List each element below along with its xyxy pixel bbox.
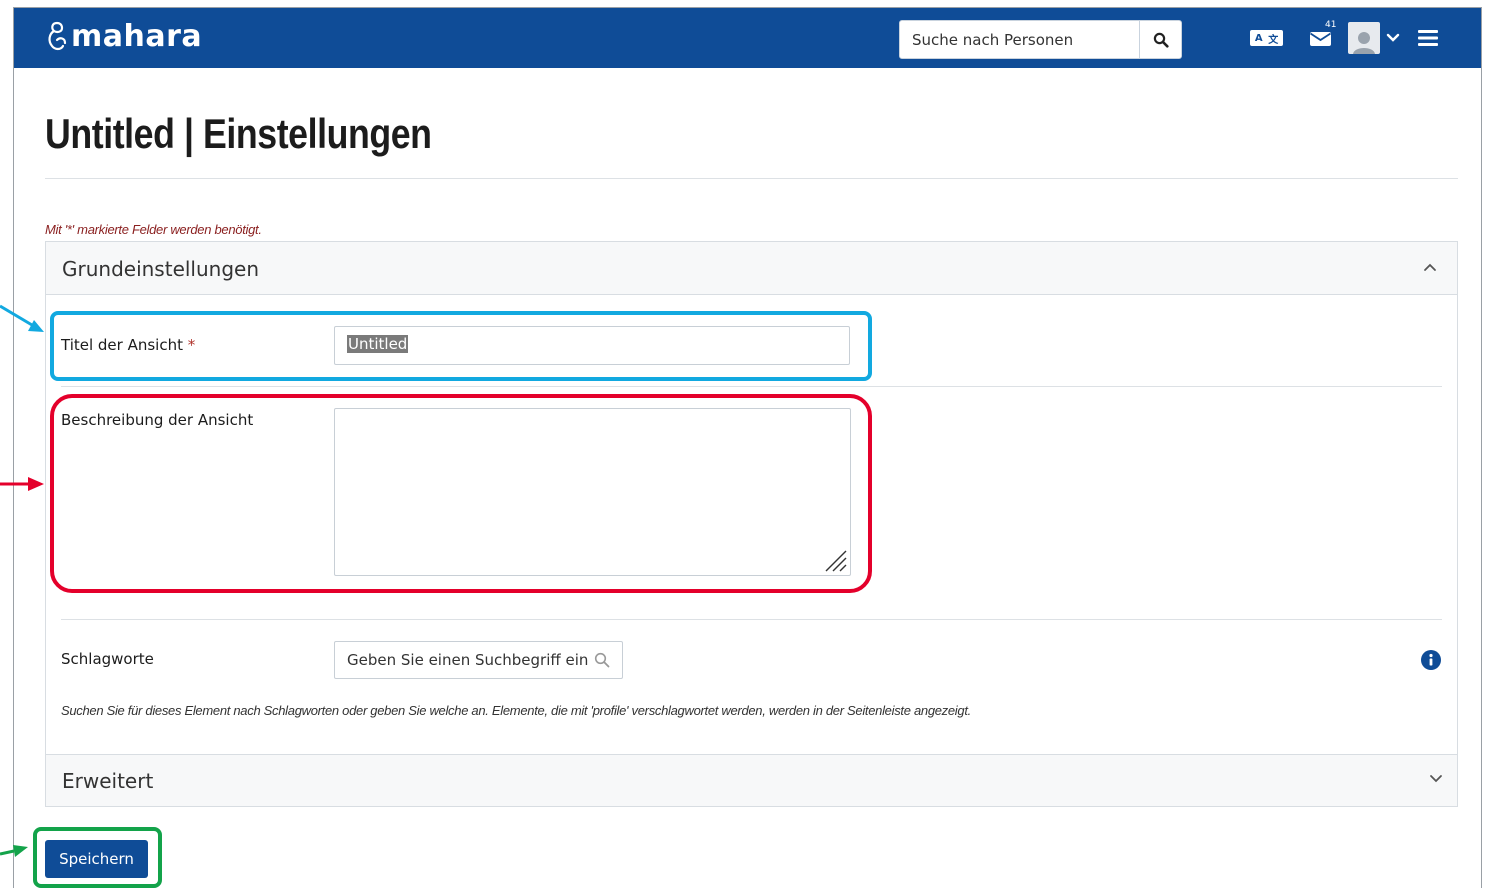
title-divider — [45, 178, 1458, 179]
language-icon[interactable]: A 文 — [1250, 30, 1283, 46]
language-icon-letter-b: 文 — [1268, 34, 1279, 46]
people-search — [899, 20, 1182, 59]
user-avatar[interactable] — [1348, 22, 1380, 54]
field-divider — [61, 386, 1442, 387]
title-field-highlight — [50, 311, 872, 381]
header-icon-group: A 文 41 — [1250, 20, 1438, 56]
mail-count-badge: 41 — [1325, 20, 1337, 30]
info-icon[interactable] — [1421, 650, 1441, 670]
user-avatar-icon — [1353, 32, 1375, 54]
envelope-icon — [1310, 32, 1331, 46]
mahara-logo[interactable]: mahara — [46, 17, 202, 57]
top-navigation-bar: mahara A 文 41 — [14, 8, 1481, 68]
search-icon — [1153, 32, 1169, 48]
chevron-up-icon — [1424, 263, 1436, 271]
basic-settings-header[interactable]: Grundeinstellungen — [46, 242, 1457, 295]
advanced-settings-header[interactable]: Erweitert — [45, 754, 1458, 807]
logo-text: mahara — [71, 19, 203, 54]
people-search-input[interactable] — [900, 21, 1139, 58]
blue-arrow-icon — [0, 304, 44, 332]
mail-icon[interactable]: 41 — [1309, 20, 1336, 48]
language-icon-letter-a: A — [1254, 32, 1263, 44]
page-title: Untitled | Einstellungen — [45, 110, 432, 157]
search-icon — [594, 652, 610, 668]
search-button[interactable] — [1139, 21, 1181, 58]
tags-label: Schlagworte — [61, 650, 154, 668]
green-arrow-icon — [0, 845, 28, 857]
tags-placeholder: Geben Sie einen Suchbegriff ein — [347, 651, 589, 669]
chevron-down-icon[interactable] — [1386, 33, 1400, 43]
annotation-arrows — [0, 304, 44, 857]
hamburger-menu-icon[interactable] — [1418, 29, 1438, 47]
field-divider — [61, 619, 1442, 620]
advanced-settings-legend: Erweitert — [62, 769, 154, 793]
tags-help-text: Suchen Sie für dieses Element nach Schla… — [61, 703, 971, 718]
chevron-down-icon — [1430, 775, 1442, 783]
basic-settings-legend: Grundeinstellungen — [62, 257, 260, 281]
red-arrow-icon — [0, 477, 44, 491]
tags-search-input[interactable]: Geben Sie einen Suchbegriff ein — [334, 641, 623, 679]
required-fields-note: Mit '*' markierte Felder werden benötigt… — [45, 222, 262, 237]
description-field-highlight — [50, 394, 872, 593]
